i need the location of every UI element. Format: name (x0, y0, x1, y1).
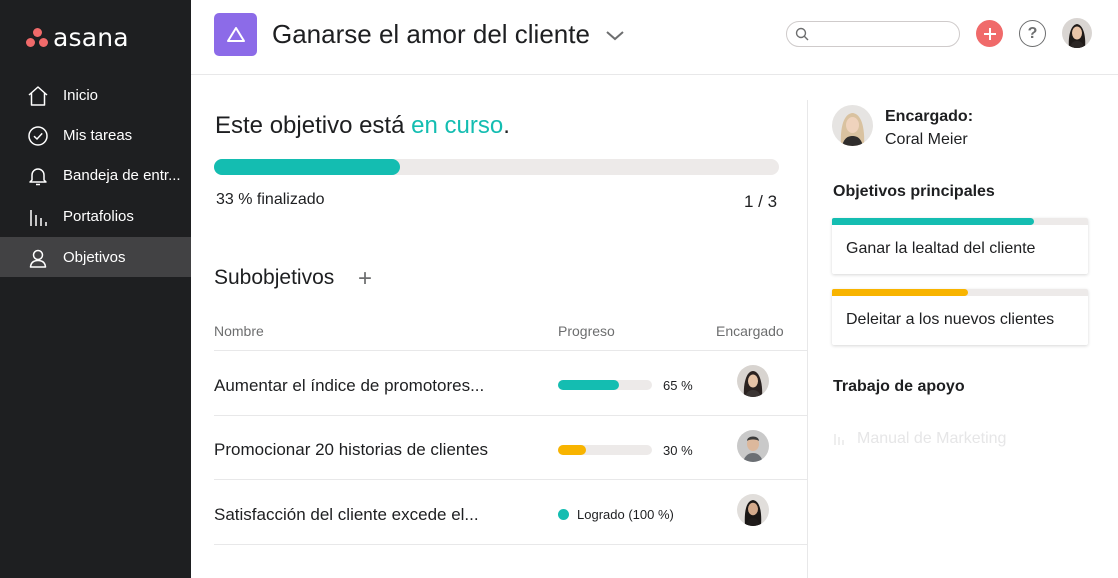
sidebar: asana Inicio Mis tareas Bandeja de entr.… (0, 0, 191, 578)
goal-status: Este objetivo está en curso. (215, 112, 510, 140)
check-circle-icon (28, 126, 48, 146)
status-prefix: Este objetivo está (215, 112, 412, 139)
owner-avatar[interactable] (832, 105, 873, 146)
asana-logo-text: asana (53, 23, 129, 52)
parent-goal-card[interactable]: Deleitar a los nuevos clientes (832, 289, 1088, 345)
page-title: Ganarse el amor del cliente (272, 19, 590, 49)
subgoal-progress-fill (558, 380, 620, 390)
goal-progress-bar (214, 159, 779, 175)
parent-goal-card[interactable]: Ganar la lealtad del cliente (832, 218, 1088, 274)
sidebar-item-portafolios[interactable]: Portafolios (0, 196, 191, 236)
search-icon (795, 27, 809, 41)
asana-logo-icon (26, 28, 48, 48)
search-box[interactable] (786, 21, 960, 47)
support-item-label: Manual de Marketing (857, 430, 1007, 447)
subgoal-name[interactable]: Promocionar 20 historias de clientes (214, 440, 488, 460)
chevron-down-icon[interactable] (604, 28, 626, 42)
home-icon (28, 86, 48, 106)
add-subgoal-button[interactable]: + (358, 267, 372, 291)
goal-icon (214, 13, 257, 56)
sidebar-item-label: Inicio (63, 86, 99, 104)
goal-progress-fill (214, 159, 401, 175)
subgoal-progress-fill (558, 445, 587, 455)
bar-chart-icon (834, 434, 844, 445)
parent-goal-progress-bar (832, 218, 1088, 225)
help-button[interactable]: ? (1019, 20, 1046, 47)
person-icon (29, 249, 47, 268)
progress-text: 33 % finalizado (216, 191, 325, 208)
divider (214, 350, 807, 351)
parent-goal-progress-fill (832, 289, 968, 296)
status-suffix: . (503, 112, 510, 139)
parent-goal-progress-fill (832, 218, 1035, 225)
complete-status-dot (558, 509, 569, 520)
sidebar-item-inicio[interactable]: Inicio (0, 75, 191, 115)
parent-goals-title: Objetivos principales (833, 183, 995, 200)
column-header-progress[interactable]: Progreso (558, 323, 615, 339)
subgoal-owner-avatar[interactable] (737, 430, 769, 462)
divider (214, 479, 807, 480)
bar-chart-icon (30, 210, 47, 226)
add-button[interactable] (976, 20, 1003, 47)
bell-icon (29, 168, 47, 186)
column-header-name[interactable]: Nombre (214, 323, 264, 339)
plus-icon (983, 27, 996, 40)
top-bar: Ganarse el amor del cliente ? (191, 0, 1118, 75)
subgoal-owner-avatar[interactable] (737, 494, 769, 526)
search-input[interactable] (815, 25, 953, 43)
subgoal-progress-bar (558, 445, 652, 455)
subgoal-percent: 65 % (663, 378, 693, 393)
parent-goal-label: Ganar la lealtad del cliente (846, 240, 1036, 257)
subgoal-name[interactable]: Satisfacción del cliente excede el... (214, 505, 479, 525)
owner-name[interactable]: Coral Meier (885, 131, 968, 149)
divider (214, 544, 807, 545)
sidebar-item-objetivos[interactable]: Objetivos (0, 237, 191, 277)
support-item[interactable]: Manual de Marketing (833, 430, 1006, 448)
parent-goal-progress-bar (832, 289, 1088, 296)
divider (214, 415, 807, 416)
sidebar-item-label: Bandeja de entr... (63, 166, 181, 184)
owner-label: Encargado: (885, 108, 974, 125)
support-work-title: Trabajo de apoyo (833, 378, 965, 395)
panel-divider (807, 100, 808, 578)
progress-count: 1 / 3 (744, 192, 778, 211)
sidebar-item-label: Objetivos (63, 248, 126, 266)
subgoal-progress-bar (558, 380, 652, 390)
asana-logo[interactable]: asana (26, 23, 129, 52)
sidebar-item-bandeja[interactable]: Bandeja de entr... (0, 155, 191, 195)
subgoal-percent: 30 % (663, 443, 693, 458)
app-window: asana Inicio Mis tareas Bandeja de entr.… (0, 0, 1118, 578)
status-state[interactable]: en curso (411, 112, 503, 139)
subgoals-title: Subobjetivos (214, 266, 335, 289)
sidebar-item-label: Mis tareas (63, 126, 133, 144)
subgoal-name[interactable]: Aumentar el índice de promotores... (214, 376, 484, 396)
column-header-owner[interactable]: Encargado (716, 323, 784, 339)
sidebar-item-label: Portafolios (63, 207, 134, 225)
user-avatar[interactable] (1062, 18, 1092, 48)
sidebar-item-mis-tareas[interactable]: Mis tareas (0, 115, 191, 155)
subgoal-owner-avatar[interactable] (737, 365, 769, 397)
parent-goal-label: Deleitar a los nuevos clientes (846, 311, 1055, 328)
subgoal-complete-text: Logrado (100 %) (577, 507, 674, 522)
